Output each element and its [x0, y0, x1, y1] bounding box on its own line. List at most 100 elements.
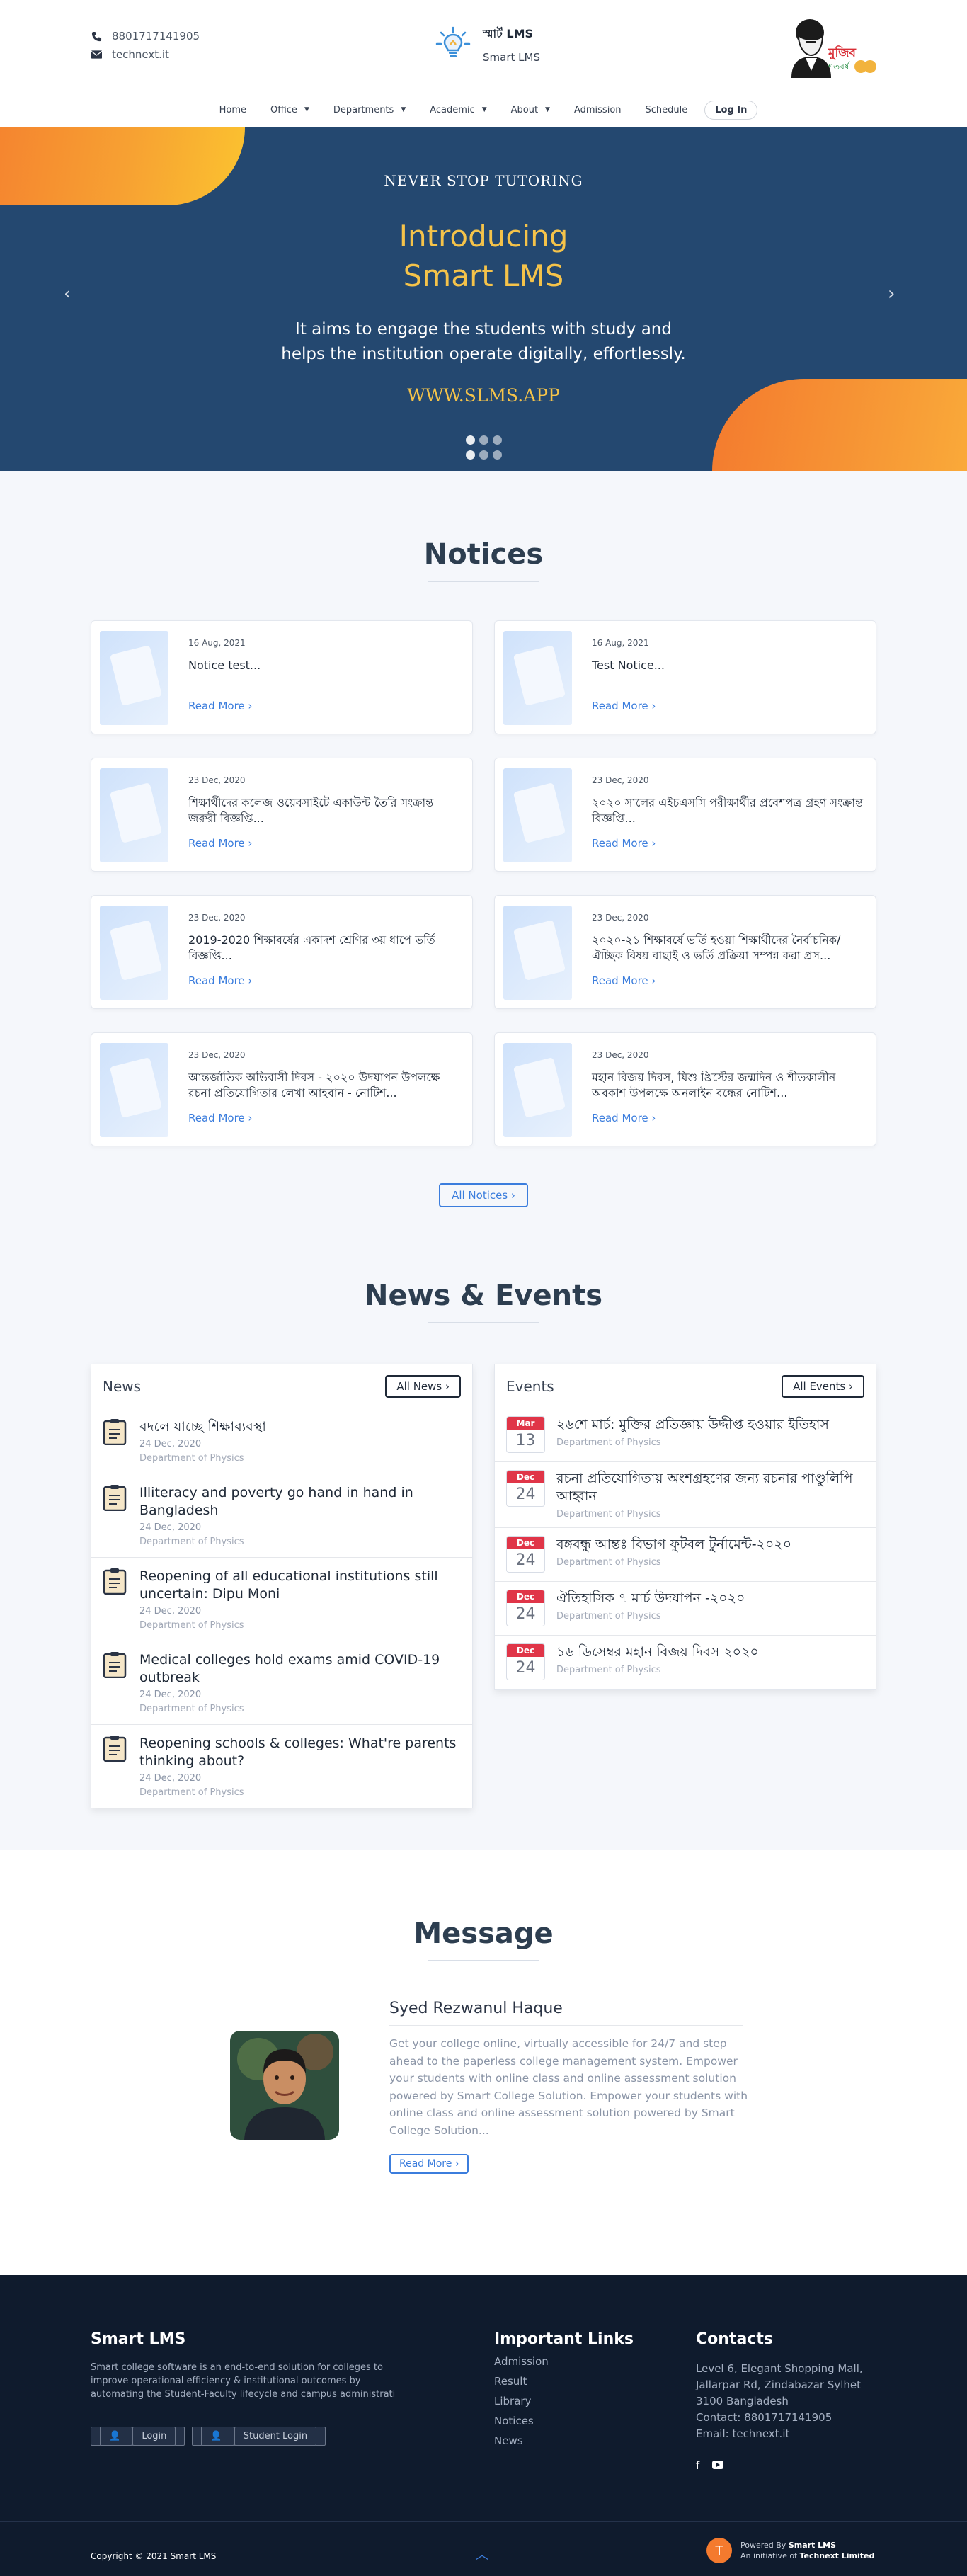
footer-contact-value[interactable]: 8801717141905 — [744, 2411, 832, 2424]
carousel-dot[interactable] — [465, 435, 475, 445]
news-title: Illiteracy and poverty go hand in hand i… — [139, 1485, 413, 1518]
header-phone[interactable]: 8801717141905 — [91, 27, 200, 45]
notices-section: Notices 16 Aug, 2021 Notice test... Read M… — [0, 471, 967, 1850]
header-email[interactable]: technext.it — [91, 45, 200, 64]
event-item[interactable]: Dec 24 বঙ্গবন্ধু আন্তঃ বিভাগ ফুটবল টুর্না… — [495, 1528, 876, 1582]
carousel-prev-icon[interactable]: ‹ — [64, 283, 71, 304]
footer-link-result[interactable]: Result — [494, 2375, 634, 2388]
event-month: Dec — [507, 1590, 544, 1603]
event-department: Department of Physics — [556, 1509, 661, 1520]
footer-link-news[interactable]: News — [494, 2434, 634, 2447]
nav-about[interactable]: About ▼ — [501, 101, 560, 120]
nav-admission[interactable]: Admission — [564, 101, 631, 120]
notice-card[interactable]: 23 Dec, 2020 শিক্ষার্থীদের কলেজ ওয়েবসাইট… — [91, 758, 473, 872]
news-department: Department of Physics — [139, 1620, 244, 1631]
footer-link-admission[interactable]: Admission — [494, 2355, 634, 2368]
phone-icon — [91, 30, 102, 42]
notice-card[interactable]: 23 Dec, 2020 2019-2020 শিক্ষাবর্ষের একাদশ… — [91, 895, 473, 1009]
carousel-next-icon[interactable]: › — [888, 283, 895, 304]
divider — [428, 581, 539, 582]
notice-card[interactable]: 23 Dec, 2020 আন্তর্জাতিক অভিবাসী দিবস - ২… — [91, 1032, 473, 1146]
nav-home[interactable]: Home — [210, 101, 256, 120]
read-more-link[interactable]: Read More › — [592, 974, 867, 987]
footer-student-login-button[interactable]: 👤 Student Login — [192, 2427, 326, 2446]
carousel-dot[interactable] — [492, 435, 502, 445]
news-item[interactable]: Reopening schools & colleges: What're pa… — [91, 1725, 472, 1808]
read-more-link[interactable]: Read More › — [592, 1112, 867, 1124]
document-icon — [100, 906, 168, 1000]
notice-date: 23 Dec, 2020 — [592, 1050, 649, 1060]
header-phone-text: 8801717141905 — [112, 30, 200, 42]
notices-title: Notices — [423, 538, 544, 571]
carousel-dot[interactable] — [492, 450, 502, 460]
all-events-button[interactable]: All Events › — [782, 1374, 864, 1398]
powered-by-prefix: Powered By — [740, 2541, 789, 2550]
all-notices-button[interactable]: All Notices › — [439, 1183, 528, 1207]
news-title: Reopening schools & colleges: What're pa… — [139, 1736, 457, 1769]
event-title: ২৬শে মার্চ: মুক্তির প্রতিজ্ঞায় উদ্দীপ্ত… — [556, 1417, 829, 1432]
event-title: রচনা প্রতিযোগিতায় অংশগ্রহণের জন্য রচনার… — [556, 1471, 853, 1504]
notice-date: 16 Aug, 2021 — [188, 638, 246, 648]
footer-login-button[interactable]: 👤 Login — [91, 2427, 185, 2446]
news-date: 24 Dec, 2020 — [139, 1773, 202, 1784]
notice-card[interactable]: 23 Dec, 2020 ২০২০ সালের এইচএসসি পরীক্ষার্… — [494, 758, 876, 872]
notice-card[interactable]: 23 Dec, 2020 মহান বিজয় দিবস, যিশু খ্রিস্… — [494, 1032, 876, 1146]
header-email-text: technext.it — [112, 48, 169, 61]
nav-academic[interactable]: Academic ▼ — [420, 101, 496, 120]
carousel-dot[interactable] — [479, 435, 488, 445]
svg-text:মুজিব: মুজিব — [828, 45, 857, 60]
read-more-link[interactable]: Read More › — [592, 837, 867, 850]
nav-office[interactable]: Office ▼ — [261, 101, 319, 120]
nav-schedule[interactable]: Schedule — [636, 101, 698, 120]
carousel-dot[interactable] — [465, 450, 475, 460]
facebook-icon[interactable]: f — [696, 2459, 699, 2472]
footer-link-notices[interactable]: Notices — [494, 2415, 634, 2427]
carousel-dot[interactable] — [479, 450, 488, 460]
read-more-link[interactable]: Read More › — [188, 837, 464, 850]
brand-logo[interactable]: স্মার্ট LMS Smart LMS — [433, 24, 540, 64]
footer-email-value[interactable]: technext.it — [732, 2427, 789, 2440]
news-item[interactable]: Reopening of all educational institution… — [91, 1558, 472, 1641]
clipboard-icon — [103, 1652, 127, 1678]
event-month: Mar — [507, 1417, 544, 1430]
message-read-more-button[interactable]: Read More › — [389, 2154, 469, 2174]
caret-down-icon: ▼ — [481, 106, 487, 113]
footer-email-label: Email: — [696, 2427, 729, 2440]
lightbulb-logo-icon — [433, 24, 473, 64]
read-more-link[interactable]: Read More › — [188, 1112, 464, 1124]
read-more-link[interactable]: Read More › — [188, 700, 261, 712]
news-department: Department of Physics — [139, 1787, 244, 1798]
calendar-icon: Dec 24 — [506, 1536, 545, 1573]
powered-by-product: Smart LMS — [788, 2541, 837, 2550]
event-item[interactable]: Dec 24 রচনা প্রতিযোগিতায় অংশগ্রহণের জন্য… — [495, 1462, 876, 1528]
mujib-borsho-logo: মুজিব শতবর্ষ — [784, 14, 876, 78]
news-events-panels: News All News › বদলে যাচ্ছে শিক্ষাব্যবস্… — [91, 1364, 876, 1808]
event-item[interactable]: Mar 13 ২৬শে মার্চ: মুক্তির প্রতিজ্ঞায় উদ… — [495, 1408, 876, 1462]
read-more-link[interactable]: Read More › — [188, 974, 464, 987]
youtube-icon[interactable] — [712, 2459, 724, 2472]
footer-bottom-bar: Copyright © 2021 Smart LMS ︿ T Powered B… — [0, 2521, 967, 2576]
footer-link-library[interactable]: Library — [494, 2395, 634, 2407]
notice-card[interactable]: 16 Aug, 2021 Test Notice... Read More › — [494, 620, 876, 734]
notice-card[interactable]: 16 Aug, 2021 Notice test... Read More › — [91, 620, 473, 734]
calendar-icon: Dec 24 — [506, 1590, 545, 1626]
news-item[interactable]: বদলে যাচ্ছে শিক্ষাব্যবস্থা 24 Dec, 2020 De… — [91, 1408, 472, 1474]
scroll-top-icon[interactable]: ︿ — [476, 2545, 488, 2563]
hero-url[interactable]: WWW.SLMS.APP — [0, 385, 967, 406]
news-heading: News — [103, 1377, 142, 1395]
news-item[interactable]: Illiteracy and poverty go hand in hand i… — [91, 1474, 472, 1558]
footer-links-title: Important Links — [494, 2330, 634, 2348]
powered-by: T Powered By Smart LMS An initiative of … — [706, 2538, 874, 2563]
event-item[interactable]: Dec 24 ১৬ ডিসেম্বর মহান বিজয় দিবস ২০২০ De… — [495, 1636, 876, 1689]
nav-departments[interactable]: Departments ▼ — [324, 101, 416, 120]
news-item[interactable]: Medical colleges hold exams amid COVID-1… — [91, 1641, 472, 1725]
event-item[interactable]: Dec 24 ঐতিহাসিক ৭ মার্চ উদযাপন -২০২০ Depar… — [495, 1582, 876, 1636]
document-icon — [503, 906, 572, 1000]
notice-card[interactable]: 23 Dec, 2020 ২০২০-২১ শিক্ষাবর্ষে ভর্তি হও… — [494, 895, 876, 1009]
read-more-link[interactable]: Read More › — [592, 700, 665, 712]
hero-subtitle: It aims to engage the students with stud… — [0, 317, 967, 367]
event-department: Department of Physics — [556, 1611, 661, 1622]
login-button[interactable]: Log In — [704, 100, 758, 120]
all-news-button[interactable]: All News › — [385, 1374, 461, 1398]
news-events-title: News & Events — [364, 1280, 603, 1312]
